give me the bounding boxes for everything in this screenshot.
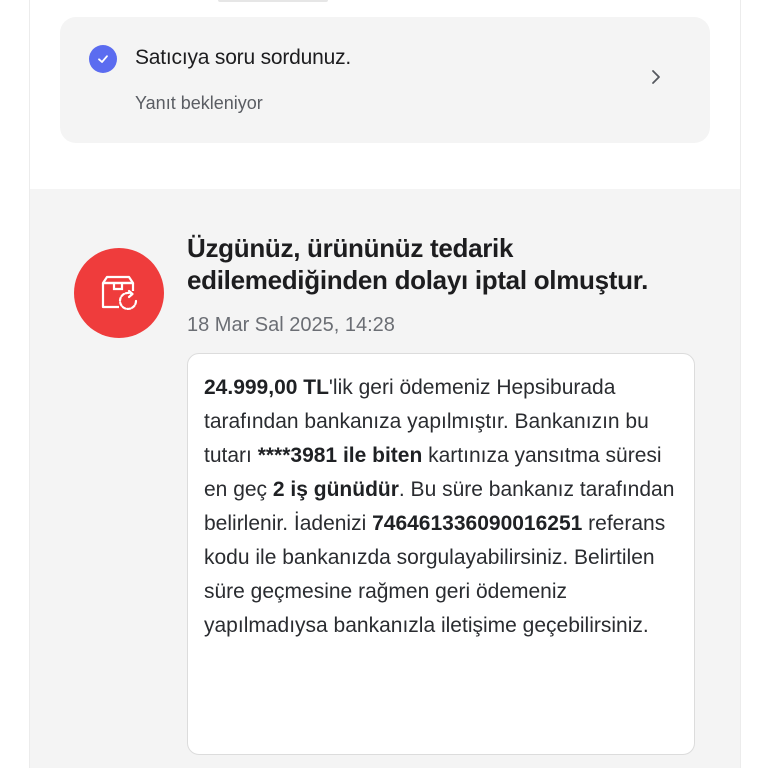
refund-message: 24.999,00 TL'lik geri ödemeniz Hepsibura…: [187, 353, 695, 755]
chevron-right-icon[interactable]: [646, 65, 666, 89]
question-status: Yanıt bekleniyor: [135, 93, 263, 113]
seller-question-card[interactable]: Satıcıya soru sordunuz. Yanıt bekleniyor: [60, 17, 710, 143]
refund-days: 2 iş günüdür: [272, 478, 399, 501]
reference-code: 746461336090016251: [372, 512, 583, 535]
cancellation-date: 18 Mar Sal 2025, 14:28: [187, 314, 395, 336]
card-number: ****3981 ile biten: [257, 444, 423, 467]
check-icon: [89, 45, 117, 73]
cancellation-title: Üzgünüz, ürününüz tedarik edilemediğinde…: [187, 233, 649, 295]
top-handle: [218, 0, 328, 2]
box-refresh-icon: [74, 248, 164, 338]
question-title: Satıcıya soru sordunuz.: [135, 46, 352, 69]
refund-amount: 24.999,00 TL: [204, 376, 329, 399]
